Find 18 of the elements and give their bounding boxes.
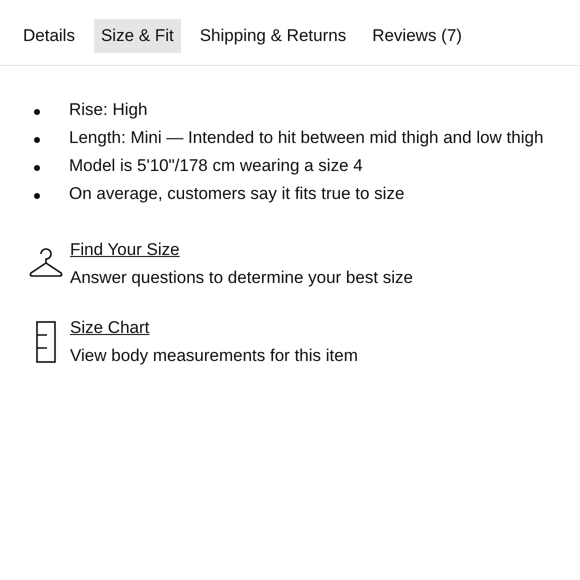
bullet-icon: [34, 109, 40, 115]
hanger-icon: [29, 248, 63, 280]
fit-detail: Model is 5'10"/178 cm wearing a size 4: [69, 155, 363, 177]
size-link[interactable]: Find Your Size: [70, 236, 180, 264]
tab[interactable]: Shipping & Returns: [192, 19, 354, 53]
tab[interactable]: Reviews (7): [365, 19, 469, 53]
fit-detail: On average, customers say it fits true to size: [69, 183, 404, 205]
link-description: View body measurements for this item: [70, 345, 358, 367]
tab[interactable]: Size & Fit: [94, 19, 181, 53]
link-description: Answer questions to determine your best size: [70, 267, 414, 289]
fit-detail: Length: Mini — Intended to hit between mid thigh and low thigh: [69, 127, 544, 149]
bullet-icon: [34, 193, 40, 199]
bullet-icon: [34, 165, 40, 171]
fit-detail: Rise: High: [69, 99, 148, 121]
ruler-icon: [36, 321, 56, 363]
tab[interactable]: Details: [16, 19, 82, 53]
bullet-icon: [34, 137, 40, 143]
size-link[interactable]: Size Chart: [70, 314, 150, 342]
